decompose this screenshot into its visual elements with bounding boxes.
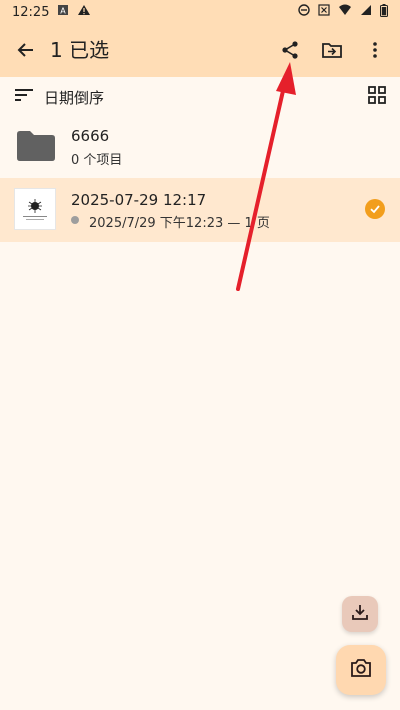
- app-bar: 1 已选: [0, 24, 400, 77]
- selected-check-icon[interactable]: [365, 199, 385, 219]
- svg-text:A: A: [61, 7, 67, 16]
- notification-a-icon: A: [57, 4, 69, 20]
- status-bar: 12:25 A: [0, 0, 400, 24]
- wifi-icon: [338, 4, 352, 20]
- sort-label[interactable]: 日期倒序: [44, 87, 104, 108]
- list-item-document[interactable]: 2025-07-29 12:17 2025/7/29 下午12:23 — 1 页: [0, 178, 400, 242]
- import-button[interactable]: [342, 596, 378, 632]
- move-to-folder-icon[interactable]: [318, 36, 346, 64]
- battery-icon: [380, 3, 388, 21]
- sort-bar: 日期倒序: [0, 77, 400, 117]
- document-title: 2025-07-29 12:17: [71, 191, 207, 209]
- warning-icon: [77, 4, 91, 20]
- more-vert-icon[interactable]: [361, 36, 389, 64]
- share-icon[interactable]: [276, 36, 304, 64]
- dnd-icon: [298, 4, 310, 20]
- back-arrow-icon[interactable]: [12, 36, 40, 64]
- status-time: 12:25: [12, 4, 50, 20]
- folder-title: 6666: [71, 127, 110, 145]
- selection-count-title: 1 已选: [50, 38, 110, 62]
- sort-icon[interactable]: [15, 87, 33, 107]
- camera-button[interactable]: [336, 645, 386, 695]
- camera-icon: [350, 658, 372, 682]
- document-thumbnail: [14, 188, 56, 230]
- status-dot: [71, 216, 79, 224]
- list-item-folder[interactable]: 6666 0 个项目: [0, 117, 400, 181]
- document-subtitle: 2025/7/29 下午12:23 — 1 页: [89, 216, 270, 231]
- folder-subtitle: 0 个项目: [71, 153, 123, 168]
- signal-icon: [360, 4, 372, 20]
- download-icon: [351, 603, 369, 625]
- grid-view-icon[interactable]: [368, 86, 386, 108]
- close-box-icon: [318, 4, 330, 20]
- folder-icon: [17, 131, 55, 165]
